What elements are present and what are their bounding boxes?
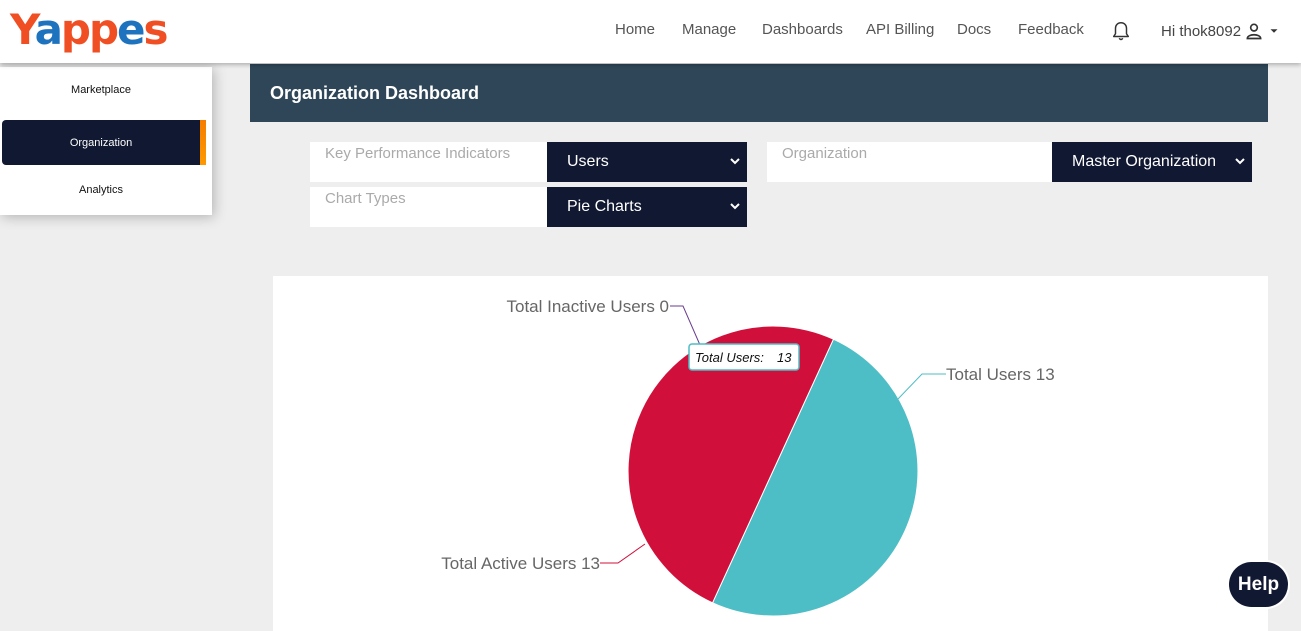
- chart-tooltip: Total Users: 13: [688, 343, 800, 371]
- sidebar-item-analytics[interactable]: Analytics: [2, 167, 200, 212]
- nav-feedback[interactable]: Feedback: [1018, 21, 1084, 38]
- chevron-down-icon: [1235, 158, 1245, 165]
- data-label-total-users: Total Users 13: [946, 365, 1055, 384]
- help-button-label: Help: [1237, 573, 1280, 595]
- sidebar-item-label: Analytics: [78, 183, 124, 196]
- page-title: Organization Dashboard: [270, 82, 480, 103]
- kpi-label: Key Performance Indicators: [310, 142, 547, 182]
- person-icon: [1246, 23, 1262, 40]
- chevron-down-icon: [730, 203, 740, 210]
- user-menu[interactable]: Hi thok8092: [1161, 21, 1281, 41]
- chart-type-label: Chart Types: [310, 187, 547, 227]
- nav-docs[interactable]: Docs: [957, 21, 991, 38]
- caret-down-icon: [1270, 29, 1278, 33]
- tooltip-value: 13: [777, 350, 792, 365]
- organization-select[interactable]: Master Organization: [1052, 142, 1252, 182]
- page-header: Organization Dashboard: [250, 64, 1268, 122]
- help-button[interactable]: Help: [1229, 562, 1288, 607]
- leader-line-total-users: [897, 373, 946, 400]
- data-label-total-inactive-users: Total Inactive Users 0: [506, 297, 669, 316]
- data-label-total-active-users: Total Active Users 13: [441, 554, 600, 573]
- tooltip-label: Total Users:: [695, 350, 764, 365]
- bell-icon[interactable]: [1110, 19, 1132, 43]
- chevron-down-icon: [730, 158, 740, 165]
- organization-label: Organization: [767, 142, 1052, 182]
- logo-text: Yappes: [10, 5, 169, 54]
- sidebar: Marketplace Organization Analytics: [0, 67, 212, 215]
- pie-chart: Total Users 13 Total Active Users 13 Tot…: [441, 297, 1055, 617]
- chart-panel: Total Users 13 Total Active Users 13 Tot…: [273, 276, 1268, 631]
- nav-api-billing[interactable]: API Billing: [866, 21, 934, 38]
- leader-line-total-active-users: [600, 543, 646, 564]
- sidebar-item-organization[interactable]: Organization: [2, 120, 206, 165]
- sidebar-item-marketplace[interactable]: Marketplace: [2, 67, 200, 112]
- organization-select-value: Master Organization: [1072, 153, 1217, 170]
- user-greeting: Hi thok8092: [1161, 22, 1242, 40]
- chart-type-select[interactable]: Pie Charts: [547, 187, 747, 227]
- kpi-select-value: Users: [567, 153, 609, 170]
- nav-manage[interactable]: Manage: [682, 21, 736, 38]
- yappes-logo[interactable]: Yappes: [10, 4, 169, 56]
- sidebar-item-label: Organization: [69, 136, 133, 149]
- chart-type-select-value: Pie Charts: [567, 198, 642, 215]
- leader-line-total-inactive-users: [670, 305, 701, 346]
- sidebar-item-label: Marketplace: [71, 83, 131, 96]
- top-navbar: Yappes Home Manage Dashboards API Billin…: [0, 0, 1301, 63]
- nav-dashboards[interactable]: Dashboards: [762, 21, 843, 38]
- kpi-select[interactable]: Users: [547, 142, 747, 182]
- nav-home[interactable]: Home: [615, 21, 655, 38]
